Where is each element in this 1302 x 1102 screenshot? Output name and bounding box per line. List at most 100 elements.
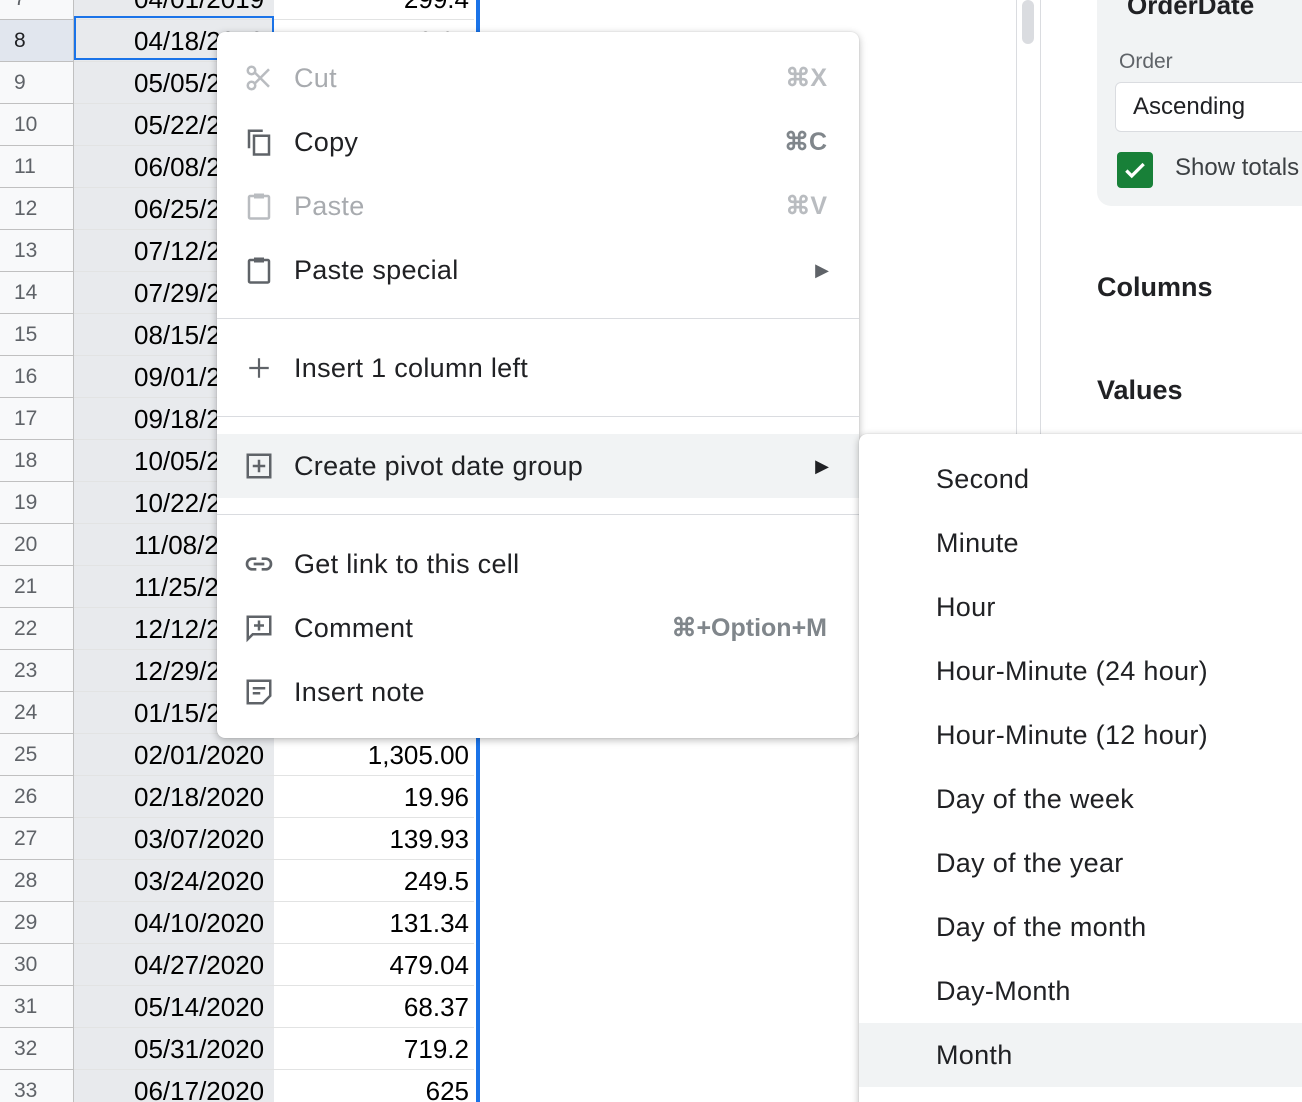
date-cell[interactable]: 05/31/2020 xyxy=(74,1028,274,1070)
menu-item-create-pivot-date-group[interactable]: Create pivot date group ▶ xyxy=(217,434,859,498)
checkmark-icon xyxy=(1125,162,1145,179)
date-cell[interactable]: 05/14/2020 xyxy=(74,986,274,1028)
row-header[interactable]: 12 xyxy=(0,188,73,230)
row-header[interactable]: 22 xyxy=(0,608,73,650)
menu-item-comment[interactable]: Comment ⌘+Option+M xyxy=(217,596,859,660)
table-row: 06/17/2020 625 xyxy=(74,1070,474,1102)
date-cell[interactable]: 06/17/2020 xyxy=(74,1070,274,1102)
date-cell[interactable]: 02/18/2020 xyxy=(74,776,274,818)
scissors-icon xyxy=(243,62,275,94)
submenu-item-label: Hour-Minute (12 hour) xyxy=(936,719,1208,750)
amount-cell[interactable]: 625 xyxy=(274,1070,469,1102)
menu-item-shortcut: ⌘C xyxy=(783,128,827,156)
row-header[interactable]: 13 xyxy=(0,230,73,272)
date-cell[interactable]: 03/24/2020 xyxy=(74,860,274,902)
menu-item-label: Cut xyxy=(294,62,337,93)
row-header[interactable]: 10 xyxy=(0,104,73,146)
menu-item-label: Insert 1 column left xyxy=(294,352,529,383)
amount-cell[interactable]: 139.93 xyxy=(274,818,469,860)
amount-cell[interactable]: 68.37 xyxy=(274,986,469,1028)
menu-item-label: Paste special xyxy=(294,254,459,285)
submenu-item[interactable]: Minute xyxy=(859,511,1302,575)
row-header[interactable]: 20 xyxy=(0,524,73,566)
row-header[interactable]: 19 xyxy=(0,482,73,524)
row-header[interactable]: 31 xyxy=(0,986,73,1028)
amount-cell[interactable]: 479.04 xyxy=(274,944,469,986)
row-header[interactable]: 18 xyxy=(0,440,73,482)
amount-cell[interactable]: 719.2 xyxy=(274,1028,469,1070)
plus-icon xyxy=(243,352,275,384)
table-row: 02/01/2020 1,305.00 xyxy=(74,734,474,776)
table-row: 04/27/2020 479.04 xyxy=(74,944,474,986)
submenu-item[interactable]: Day of the year xyxy=(859,831,1302,895)
submenu-item[interactable]: Hour-Minute (24 hour) xyxy=(859,639,1302,703)
menu-item-insert-note[interactable]: Insert note xyxy=(217,660,859,724)
submenu-item[interactable]: Day of the month xyxy=(859,895,1302,959)
table-row: 05/31/2020 719.2 xyxy=(74,1028,474,1070)
date-cell[interactable]: 04/10/2020 xyxy=(74,902,274,944)
submenu-item-label: Day of the year xyxy=(936,847,1124,878)
menu-item-paste[interactable]: Paste ⌘V xyxy=(217,174,859,238)
submenu-item[interactable]: Day-Month xyxy=(859,959,1302,1023)
row-header[interactable]: 30 xyxy=(0,944,73,986)
date-cell[interactable]: 04/27/2020 xyxy=(74,944,274,986)
menu-item-insert-column-left[interactable]: Insert 1 column left xyxy=(217,336,859,400)
menu-item-label: Insert note xyxy=(294,676,425,707)
amount-cell[interactable]: 131.34 xyxy=(274,902,469,944)
row-header[interactable]: 28 xyxy=(0,860,73,902)
row-header[interactable]: 23 xyxy=(0,650,73,692)
menu-item-copy[interactable]: Copy ⌘C xyxy=(217,110,859,174)
submenu-item[interactable]: Month xyxy=(859,1023,1302,1087)
scrollbar-thumb[interactable] xyxy=(1022,0,1034,44)
values-section-title: Values xyxy=(1097,375,1183,405)
row-header[interactable]: 11 xyxy=(0,146,73,188)
row-header[interactable]: 27 xyxy=(0,818,73,860)
date-cell[interactable]: 03/07/2020 xyxy=(74,818,274,860)
row-header[interactable]: 15 xyxy=(0,314,73,356)
show-totals-label: Show totals xyxy=(1175,154,1300,181)
row-header[interactable]: 25 xyxy=(0,734,73,776)
amount-cell[interactable]: 1,305.00 xyxy=(274,734,469,776)
menu-item-label: Copy xyxy=(294,126,359,157)
menu-item-paste-special[interactable]: Paste special ▶ xyxy=(217,238,859,302)
amount-cell[interactable]: 19.96 xyxy=(274,776,469,818)
clipboard-icon xyxy=(243,190,275,222)
amount-cell[interactable]: 249.5 xyxy=(274,860,469,902)
submenu-item-label: Hour-Minute (24 hour) xyxy=(936,655,1208,686)
table-row: 03/24/2020 249.5 xyxy=(74,860,474,902)
menu-item-shortcut: ⌘X xyxy=(785,64,827,92)
menu-item-label: Paste xyxy=(294,190,365,221)
row-header[interactable]: 21 xyxy=(0,566,73,608)
submenu-item[interactable]: Day of the week xyxy=(859,767,1302,831)
submenu-item[interactable]: Hour xyxy=(859,575,1302,639)
row-header[interactable]: 33 xyxy=(0,1070,73,1102)
row-header[interactable]: 24 xyxy=(0,692,73,734)
submenu-item[interactable]: Second xyxy=(859,447,1302,511)
menu-separator xyxy=(217,318,859,319)
row-header[interactable]: 14 xyxy=(0,272,73,314)
row-header[interactable]: 29 xyxy=(0,902,73,944)
row-header[interactable]: 9 xyxy=(0,62,73,104)
show-totals-checkbox[interactable] xyxy=(1117,152,1153,188)
row-header[interactable]: 26 xyxy=(0,776,73,818)
menu-item-shortcut: ⌘+Option+M xyxy=(671,614,827,642)
order-select[interactable]: Ascending xyxy=(1115,82,1302,132)
menu-item-label: Get link to this cell xyxy=(294,548,520,579)
row-header[interactable]: 32 xyxy=(0,1028,73,1070)
menu-item-get-link[interactable]: Get link to this cell xyxy=(217,532,859,596)
submenu-item[interactable]: Hour-Minute (12 hour) xyxy=(859,703,1302,767)
columns-section-title: Columns xyxy=(1097,272,1213,302)
date-cell[interactable]: 02/01/2020 xyxy=(74,734,274,776)
row-headers: 7891011121314151617181920212223242526272… xyxy=(0,0,74,1102)
menu-item-cut[interactable]: Cut ⌘X xyxy=(217,46,859,110)
submenu-item-label: Day-Month xyxy=(936,975,1071,1006)
table-row: 05/14/2020 68.37 xyxy=(74,986,474,1028)
amount-cell[interactable]: 299.4 xyxy=(274,0,469,20)
row-header[interactable]: 16 xyxy=(0,356,73,398)
row-header[interactable]: 7 xyxy=(0,0,73,20)
table-row: 04/10/2020 131.34 xyxy=(74,902,474,944)
row-header[interactable]: 8 xyxy=(0,20,73,62)
comment-icon xyxy=(243,612,275,644)
menu-separator xyxy=(217,514,859,515)
row-header[interactable]: 17 xyxy=(0,398,73,440)
